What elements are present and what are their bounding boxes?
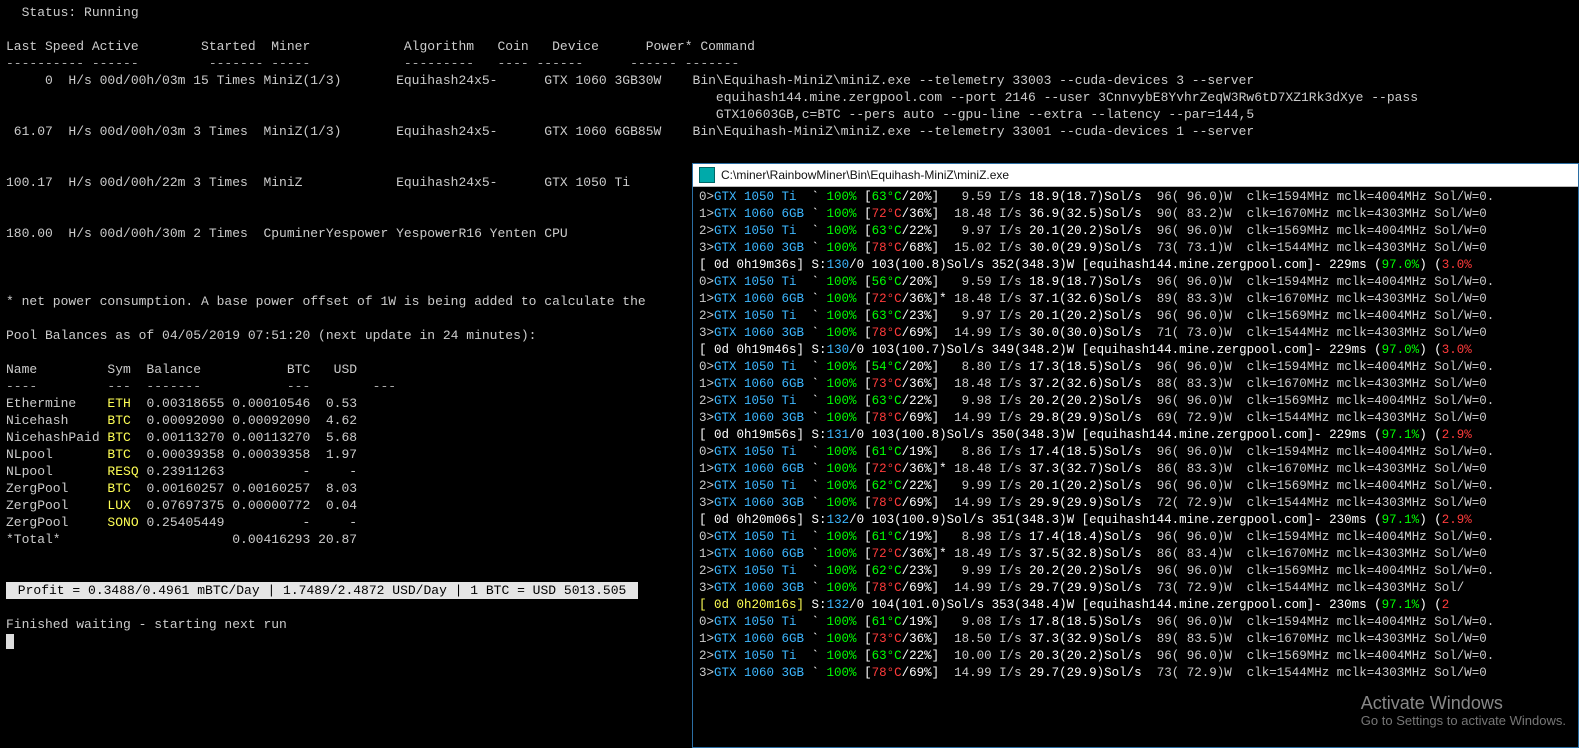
miner-row: 0 H/s 00d/00h/03m 15 Times MiniZ(1/3) Eq… <box>6 73 1254 88</box>
balance-row: NicehashPaid BTC 0.00113270 0.00113270 5… <box>6 430 357 445</box>
sub-window-title: C:\miner\RainbowMiner\Bin\Equihash-MiniZ… <box>721 167 1009 184</box>
balance-row: NLpool RESQ 0.23911263 - - <box>6 464 357 479</box>
balance-row: NLpool BTC 0.00039358 0.00039358 1.97 <box>6 447 357 462</box>
status-line: Status: Running <box>6 5 139 20</box>
balance-row: ZergPool BTC 0.00160257 0.00160257 8.03 <box>6 481 357 496</box>
sub-terminal-body[interactable]: 0>GTX 1050 Ti ` 100% [63°C/20%] 9.59 I/s… <box>693 187 1578 684</box>
windows-activation-watermark: Activate Windows Go to Settings to activ… <box>1361 695 1566 729</box>
balance-row: ZergPool SONO 0.25405449 - - <box>6 515 357 530</box>
power-footnote: * net power consumption. A base power of… <box>6 294 646 309</box>
miner-row: 180.00 H/s 00d/00h/30m 2 Times CpuminerY… <box>6 226 693 241</box>
miner-row: 61.07 H/s 00d/00h/03m 3 Times MiniZ(1/3)… <box>6 124 1254 139</box>
balance-row: *Total* 0.00416293 20.87 <box>6 532 357 547</box>
pool-balance-label: Pool Balances as of 04/05/2019 07:51:20 … <box>6 328 537 343</box>
miner-row: 100.17 H/s 00d/00h/22m 3 Times MiniZ Equ… <box>6 175 693 190</box>
balance-row: Nicehash BTC 0.00092090 0.00092090 4.62 <box>6 413 357 428</box>
profit-bar: Profit = 0.3488/0.4961 mBTC/Day | 1.7489… <box>6 582 638 599</box>
balance-row: Ethermine ETH 0.00318655 0.00010546 0.53 <box>6 396 357 411</box>
balance-row: ZergPool LUX 0.07697375 0.00000772 0.04 <box>6 498 357 513</box>
sub-window-titlebar[interactable]: C:\miner\RainbowMiner\Bin\Equihash-MiniZ… <box>693 164 1578 187</box>
status-message: Finished waiting - starting next run <box>6 617 287 632</box>
terminal-icon <box>699 167 715 183</box>
sub-terminal-window[interactable]: C:\miner\RainbowMiner\Bin\Equihash-MiniZ… <box>692 163 1579 748</box>
